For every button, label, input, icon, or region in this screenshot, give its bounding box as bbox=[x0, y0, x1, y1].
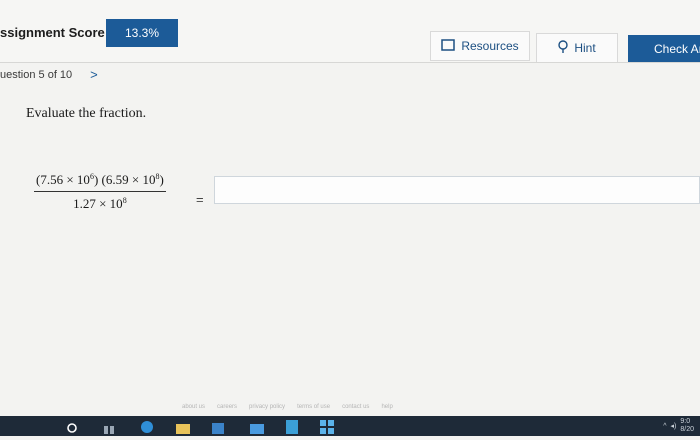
fraction-numerator: (7.56 × 106) (6.59 × 108) bbox=[34, 172, 166, 192]
hint-button[interactable]: Hint bbox=[536, 33, 618, 63]
store-icon[interactable] bbox=[212, 420, 224, 434]
header-divider bbox=[0, 62, 700, 63]
question-prompt: Evaluate the fraction. bbox=[26, 106, 147, 121]
lightbulb-icon bbox=[558, 39, 569, 57]
windows-app-icon[interactable] bbox=[320, 420, 334, 434]
mail-icon[interactable] bbox=[250, 421, 264, 434]
folder-icon bbox=[441, 38, 456, 54]
fraction-expression: (7.56 × 106) (6.59 × 108) 1.27 × 108 bbox=[34, 172, 166, 212]
equals-sign: = bbox=[196, 192, 204, 207]
search-icon[interactable] bbox=[66, 421, 78, 433]
file-explorer-icon[interactable] bbox=[176, 421, 190, 434]
resources-label: Resources bbox=[461, 39, 519, 53]
app-icon[interactable] bbox=[286, 420, 298, 434]
question-counter: uestion 5 of 10 bbox=[0, 68, 73, 81]
clock-time: 9:0 bbox=[680, 418, 691, 425]
footer-link-help[interactable]: help bbox=[381, 404, 392, 410]
question-navigation: uestion 5 of 10 > bbox=[0, 67, 98, 82]
system-tray: ^ ◂) 9:0 8/20 bbox=[663, 418, 694, 434]
clock-date: 8/20 bbox=[680, 426, 694, 433]
footer-link-careers[interactable]: careers bbox=[217, 404, 237, 410]
hint-label: Hint bbox=[574, 41, 596, 55]
footer-links: about us careers privacy policy terms of… bbox=[182, 404, 393, 410]
task-view-icon[interactable] bbox=[104, 422, 114, 434]
check-answer-button[interactable]: Check An bbox=[628, 35, 700, 63]
footer-link-privacy[interactable]: privacy policy bbox=[249, 404, 285, 410]
resources-button[interactable]: Resources bbox=[430, 31, 530, 61]
assignment-score-badge: 13.3% bbox=[106, 19, 178, 47]
footer-link-terms[interactable]: terms of use bbox=[297, 404, 330, 410]
footer-link-contact[interactable]: contact us bbox=[342, 404, 369, 410]
volume-icon[interactable]: ◂) bbox=[671, 422, 677, 430]
chevron-up-icon[interactable]: ^ bbox=[663, 423, 666, 430]
assignment-score-label: ssignment Score: bbox=[0, 25, 110, 40]
fraction-denominator: 1.27 × 108 bbox=[73, 196, 127, 211]
edge-browser-icon[interactable] bbox=[140, 420, 154, 433]
clock[interactable]: 9:0 8/20 bbox=[680, 418, 694, 434]
answer-input[interactable] bbox=[214, 176, 700, 204]
footer-link-about[interactable]: about us bbox=[182, 404, 205, 410]
next-question-chevron-icon[interactable]: > bbox=[90, 67, 98, 82]
